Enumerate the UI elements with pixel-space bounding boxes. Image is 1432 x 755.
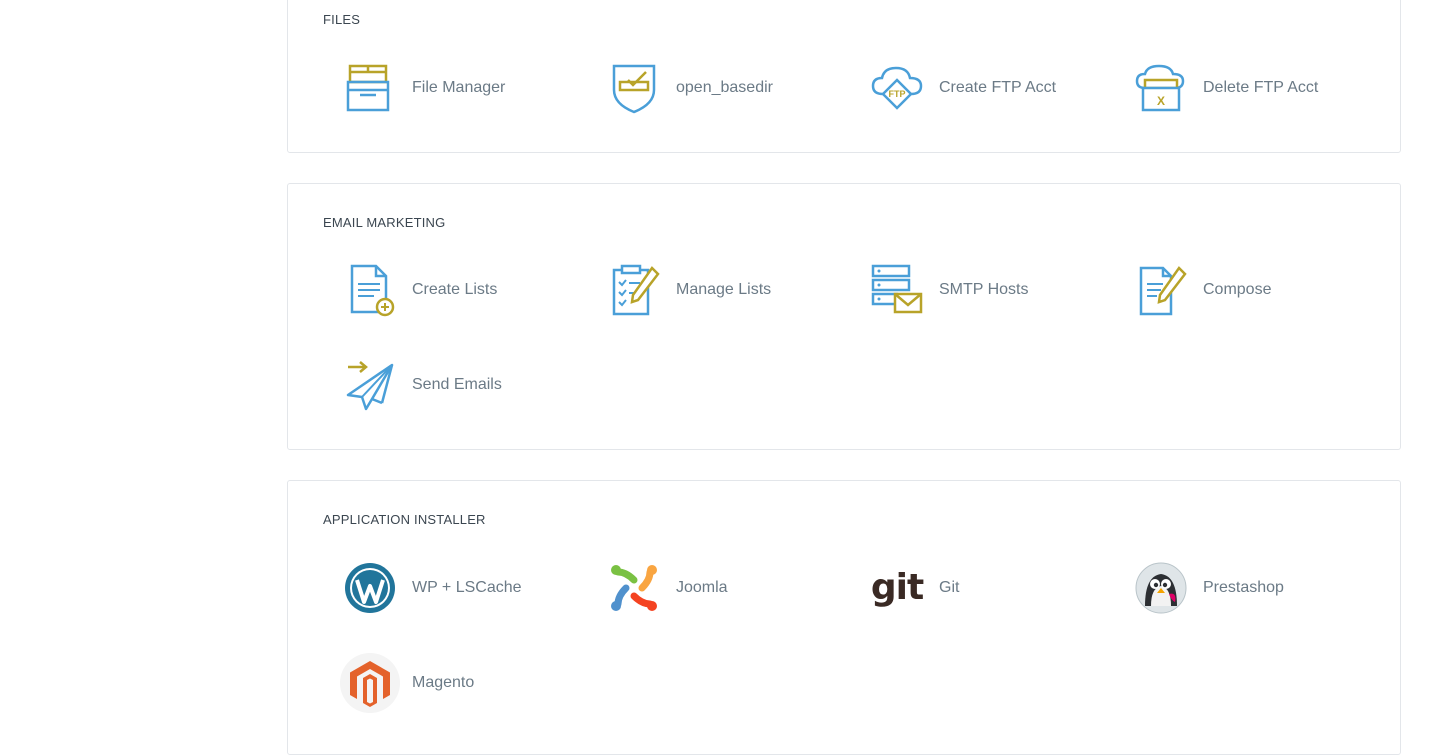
send-emails-label: Send Emails bbox=[412, 376, 502, 393]
magento-tile[interactable]: Magento bbox=[340, 653, 474, 713]
delete-badge: X bbox=[1157, 94, 1165, 108]
joomla-label: Joomla bbox=[676, 579, 728, 596]
server-mail-icon bbox=[867, 260, 927, 320]
git-icon: git bbox=[867, 558, 927, 618]
send-emails-tile[interactable]: Send Emails bbox=[340, 355, 502, 415]
email-marketing-panel: EMAIL MARKETING Create Lists Manage List… bbox=[287, 183, 1401, 450]
git-label: Git bbox=[939, 579, 960, 596]
wordpress-icon bbox=[340, 558, 400, 618]
joomla-tile[interactable]: Joomla bbox=[604, 558, 728, 618]
delete-ftp-tile[interactable]: X Delete FTP Acct bbox=[1131, 58, 1318, 118]
document-pencil-icon bbox=[1131, 260, 1191, 320]
open-basedir-label: open_basedir bbox=[676, 79, 773, 96]
open-basedir-tile[interactable]: open_basedir bbox=[604, 58, 773, 118]
manage-lists-label: Manage Lists bbox=[676, 281, 772, 298]
smtp-hosts-label: SMTP Hosts bbox=[939, 281, 1029, 298]
manage-lists-tile[interactable]: Manage Lists bbox=[604, 260, 771, 320]
create-ftp-tile[interactable]: FTP Create FTP Acct bbox=[867, 58, 1056, 118]
document-plus-icon bbox=[340, 260, 400, 320]
delete-ftp-label: Delete FTP Acct bbox=[1203, 79, 1319, 96]
wordpress-tile[interactable]: WP + LSCache bbox=[340, 558, 522, 618]
clipboard-checklist-icon bbox=[604, 260, 664, 320]
prestashop-tile[interactable]: Prestashop bbox=[1131, 558, 1284, 618]
magento-icon bbox=[340, 653, 400, 713]
ftp-badge: FTP bbox=[889, 89, 906, 99]
file-manager-label: File Manager bbox=[412, 79, 506, 96]
file-manager-icon bbox=[340, 58, 400, 118]
shield-check-icon bbox=[604, 58, 664, 118]
magento-label: Magento bbox=[412, 674, 475, 691]
file-manager-tile[interactable]: File Manager bbox=[340, 58, 505, 118]
files-section-title: FILES bbox=[323, 12, 361, 27]
prestashop-label: Prestashop bbox=[1203, 579, 1284, 596]
prestashop-icon bbox=[1131, 558, 1191, 618]
create-lists-tile[interactable]: Create Lists bbox=[340, 260, 497, 320]
ftp-cloud-icon: FTP bbox=[867, 58, 927, 118]
create-lists-label: Create Lists bbox=[412, 281, 498, 298]
paper-plane-icon bbox=[340, 355, 400, 415]
email-marketing-section-title: EMAIL MARKETING bbox=[323, 215, 446, 230]
git-tile[interactable]: git Git bbox=[867, 558, 960, 618]
compose-label: Compose bbox=[1203, 281, 1272, 298]
ftp-delete-icon: X bbox=[1131, 58, 1191, 118]
git-logo-text: git bbox=[870, 567, 924, 608]
compose-tile[interactable]: Compose bbox=[1131, 260, 1271, 320]
smtp-hosts-tile[interactable]: SMTP Hosts bbox=[867, 260, 1029, 320]
joomla-icon bbox=[604, 558, 664, 618]
application-installer-panel: APPLICATION INSTALLER WP + LSCache Jooml… bbox=[287, 480, 1401, 755]
application-installer-section-title: APPLICATION INSTALLER bbox=[323, 512, 486, 527]
wordpress-label: WP + LSCache bbox=[412, 579, 522, 596]
create-ftp-label: Create FTP Acct bbox=[939, 79, 1057, 96]
files-panel: FILES File Manager open_basedir FTP Crea… bbox=[287, 0, 1401, 153]
